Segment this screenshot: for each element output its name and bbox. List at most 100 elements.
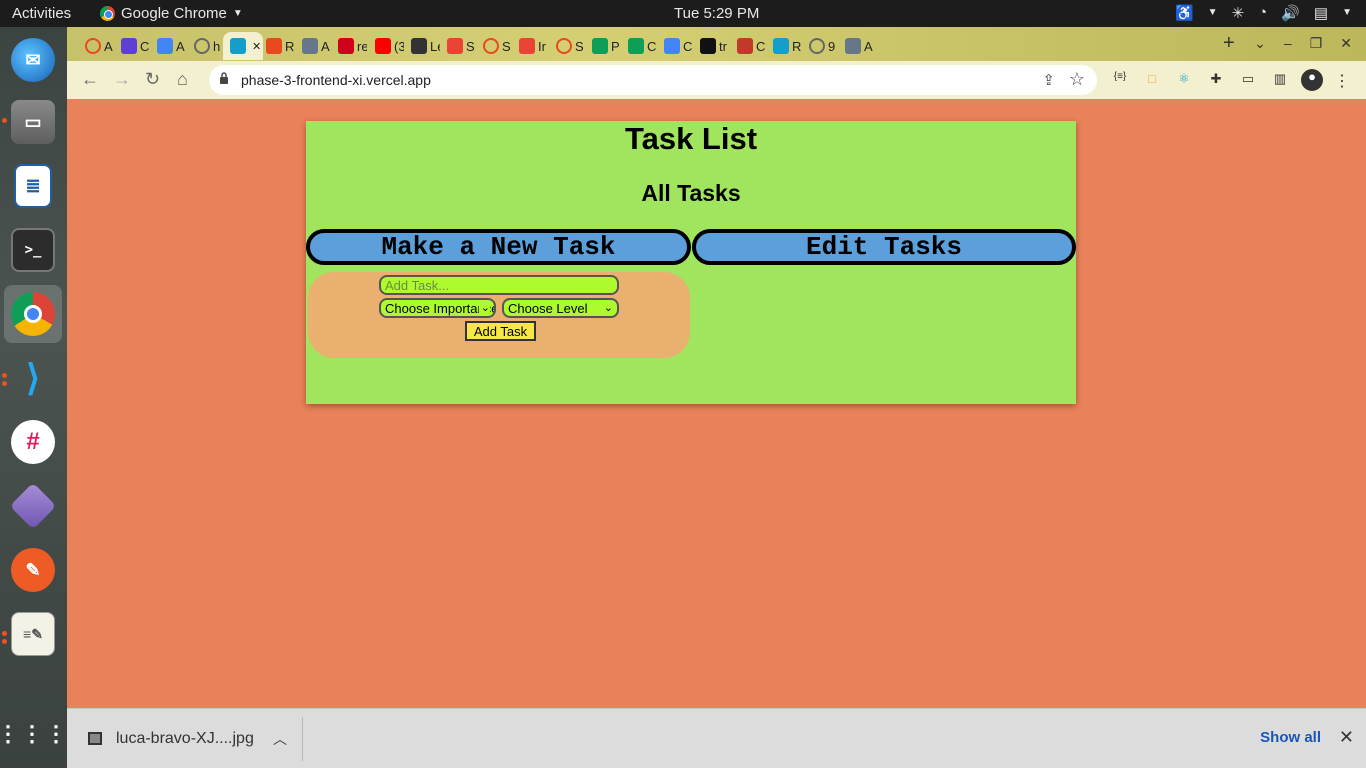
flatiron-icon — [266, 38, 282, 54]
download-file-name[interactable]: luca-bravo-XJ....jpg — [116, 730, 254, 748]
importance-select[interactable]: Choose Importance ⌄ — [379, 298, 496, 318]
browser-tab[interactable]: A — [150, 32, 186, 60]
browser-tab[interactable]: h — [187, 32, 223, 60]
browser-tab[interactable]: Ir — [512, 32, 548, 60]
gmail-icon — [447, 38, 463, 54]
dock-text-editor[interactable]: ≡✎ — [4, 605, 62, 663]
close-window-button[interactable]: ✕ — [1340, 35, 1352, 52]
json-extension-icon[interactable]: {≡} — [1111, 71, 1129, 89]
browser-tab[interactable]: S — [549, 32, 585, 60]
browser-tab[interactable]: ✕ — [223, 32, 263, 60]
browser-tab[interactable]: Le — [404, 32, 440, 60]
show-all-button[interactable]: Show all — [1252, 723, 1329, 753]
extension-square-icon[interactable]: □ — [1143, 71, 1161, 89]
image-file-icon — [88, 732, 102, 745]
tab-label: C — [140, 38, 150, 54]
youtube-icon — [375, 38, 391, 54]
app-menu[interactable]: Google Chrome ▼ — [100, 5, 243, 22]
react-icon — [773, 38, 789, 54]
ring-icon — [483, 38, 499, 54]
dock-files[interactable]: ▭ — [4, 93, 62, 151]
ring-icon — [85, 38, 101, 54]
dock: ✉ ▭ ≣ >_ ⟩ # ✎ ≡✎ ⋮⋮⋮ — [0, 27, 67, 768]
browser-tab[interactable]: S — [476, 32, 512, 60]
heart-icon — [737, 38, 753, 54]
reload-icon[interactable]: ↻ — [145, 69, 160, 90]
tab-label: Ir — [538, 38, 546, 54]
browser-tab[interactable]: C — [730, 32, 766, 60]
dock-app-grid[interactable]: ⋮⋮⋮ — [0, 705, 69, 763]
browser-tab[interactable]: C — [114, 32, 150, 60]
share-icon[interactable]: ⇪ — [1042, 71, 1055, 89]
browser-tab[interactable]: A — [295, 32, 331, 60]
minimize-button[interactable]: – — [1284, 35, 1292, 52]
browser-tab[interactable]: 9 — [802, 32, 838, 60]
activities-button[interactable]: Activities — [12, 5, 71, 22]
browser-tab[interactable]: A — [78, 32, 114, 60]
home-icon[interactable]: ⌂ — [177, 69, 188, 90]
chevron-up-icon[interactable]: ︿ — [273, 729, 287, 749]
browser-tab[interactable]: A — [838, 32, 874, 60]
browser-tab[interactable]: R — [259, 32, 295, 60]
extensions-puzzle-icon[interactable]: ✚ — [1207, 71, 1225, 89]
vscode-icon: ⟩ — [25, 357, 41, 398]
tab-label: A — [176, 38, 185, 54]
menu-kebab-icon[interactable]: ⋮ — [1333, 71, 1351, 90]
app-grid-icon: ⋮⋮⋮ — [0, 721, 69, 746]
browser-tab[interactable]: P — [585, 32, 621, 60]
url-text[interactable]: phase-3-frontend-xi.vercel.app — [241, 72, 431, 88]
side-panel-icon[interactable]: ▥ — [1271, 71, 1289, 89]
dock-thunderbird[interactable]: ✉ — [4, 31, 62, 89]
clock[interactable]: Tue 5:29 PM — [674, 5, 759, 22]
plus-icon — [628, 38, 644, 54]
forward-icon[interactable]: → — [113, 69, 131, 90]
browser-tab[interactable]: S — [440, 32, 476, 60]
divider — [302, 717, 303, 761]
browser-tab[interactable]: R — [766, 32, 802, 60]
react-devtools-icon[interactable]: ⚛ — [1175, 71, 1193, 89]
dock-dbeaver[interactable] — [4, 477, 62, 535]
profile-avatar[interactable]: ● — [1301, 69, 1323, 91]
chevron-down-icon: ▼ — [1342, 7, 1352, 18]
tab-label: R — [285, 38, 295, 54]
clipboard-icon[interactable]: ▤ — [1314, 4, 1328, 22]
dock-chrome[interactable] — [4, 285, 62, 343]
dock-libreoffice-writer[interactable]: ≣ — [4, 157, 62, 215]
new-tab-button[interactable]: + — [1223, 32, 1235, 55]
level-select[interactable]: Choose Level ⌄ — [502, 298, 619, 318]
window-controls: ⌄ – ❐ ✕ — [1254, 35, 1352, 52]
address-bar[interactable]: phase-3-frontend-xi.vercel.app ⇪ ☆ — [209, 65, 1097, 95]
close-icon[interactable]: ✕ — [1339, 727, 1354, 748]
globe-icon — [809, 38, 825, 54]
task-input[interactable] — [379, 275, 619, 295]
browser-toolbar: ← → ↻ ⌂ phase-3-frontend-xi.vercel.app ⇪… — [67, 61, 1366, 99]
browser-tab[interactable]: tr — [693, 32, 729, 60]
browser-tab[interactable]: (3 — [368, 32, 404, 60]
bookmark-star-icon[interactable]: ☆ — [1069, 69, 1085, 90]
tab-search-icon[interactable]: ⌄ — [1254, 35, 1266, 52]
volume-icon[interactable]: 🔊 — [1281, 4, 1300, 22]
slack-tray-icon[interactable]: ✳ — [1232, 4, 1245, 22]
dock-vscode[interactable]: ⟩ — [4, 349, 62, 407]
dock-slack[interactable]: # — [4, 413, 62, 471]
browser-tab[interactable]: C — [657, 32, 693, 60]
system-tray[interactable]: ♿ ▼ ✳ ◔ 🔊 ▤ ▼ — [1175, 4, 1352, 22]
dock-postman[interactable]: ✎ — [4, 541, 62, 599]
accessibility-icon[interactable]: ♿ — [1175, 4, 1194, 22]
tab-label: 9 — [828, 38, 836, 54]
chevron-down-icon: ▼ — [1207, 7, 1218, 18]
wifi-icon[interactable]: ◔ — [1258, 4, 1267, 22]
tab-label: (3 — [394, 38, 404, 54]
dock-terminal[interactable]: >_ — [4, 221, 62, 279]
browser-tab[interactable]: re — [331, 32, 367, 60]
add-task-button[interactable]: Add Task — [465, 321, 536, 341]
cast-icon[interactable]: ▭ — [1239, 71, 1257, 89]
tab-label: C — [756, 38, 766, 54]
maximize-button[interactable]: ❐ — [1310, 35, 1323, 52]
google-icon — [664, 38, 680, 54]
new-task-button[interactable]: Make a New Task — [306, 229, 691, 265]
browser-tab[interactable]: C — [621, 32, 657, 60]
edit-tasks-button[interactable]: Edit Tasks — [692, 229, 1076, 265]
ring-icon — [556, 38, 572, 54]
back-icon[interactable]: ← — [81, 69, 99, 90]
